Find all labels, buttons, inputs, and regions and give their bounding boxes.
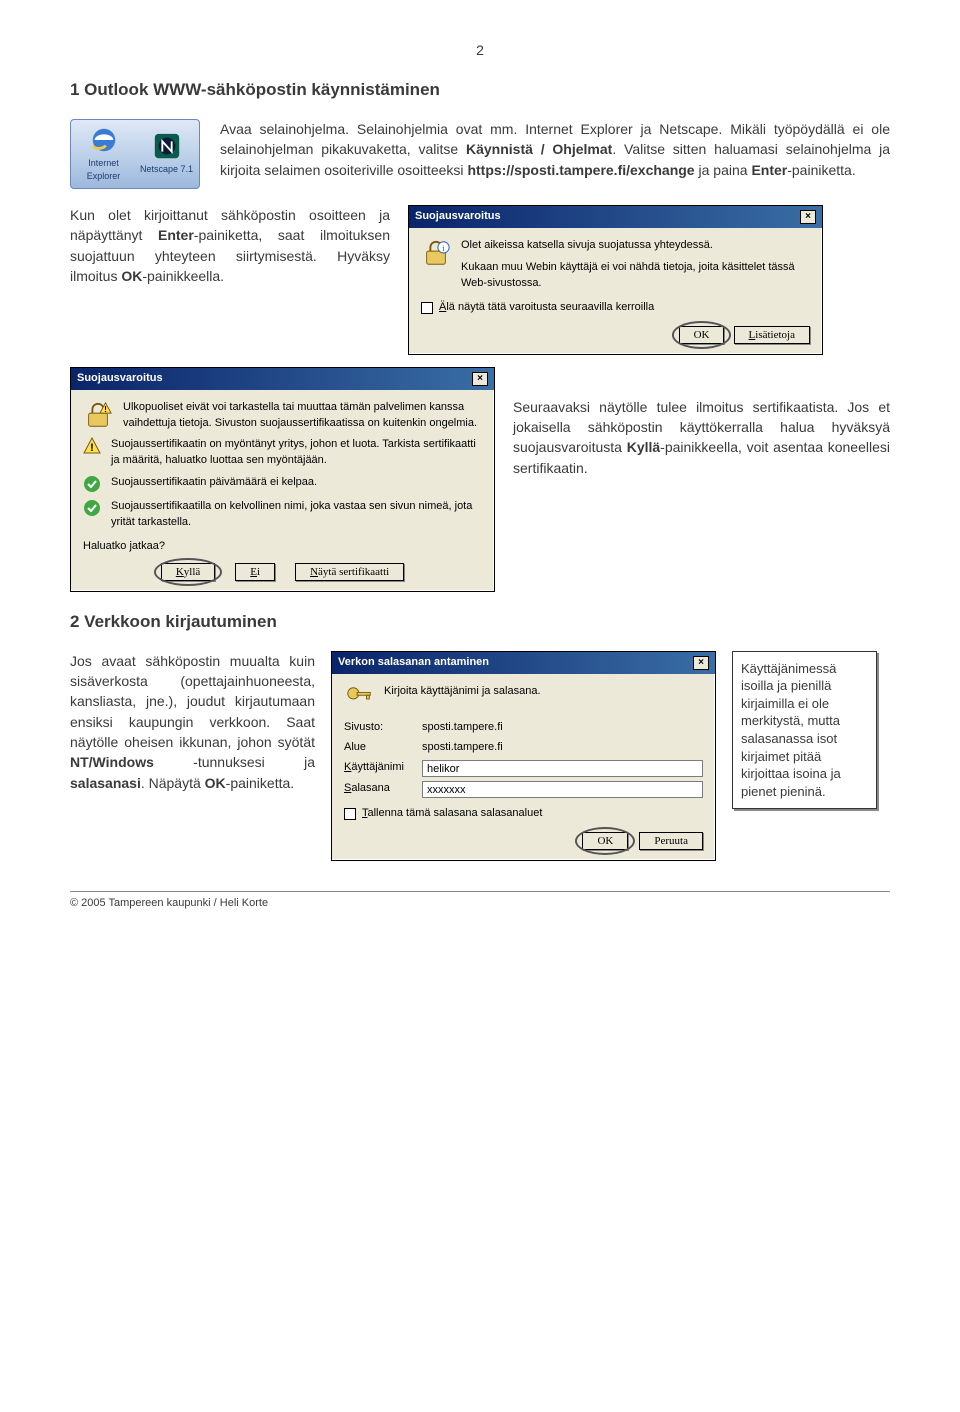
cert-item-name: Suojaussertifikaatilla on kelvollinen ni… <box>111 499 482 531</box>
site-value: sposti.tampere.fi <box>422 720 503 736</box>
section1-heading: 1 Outlook WWW-sähköpostin käynnistäminen <box>70 78 890 103</box>
ok-button[interactable]: OK <box>582 832 628 850</box>
close-icon[interactable]: × <box>800 210 816 224</box>
site-label: Sivusto: <box>344 720 414 736</box>
no-button[interactable]: Ei <box>235 563 275 581</box>
svg-text:!: ! <box>104 404 107 414</box>
ie-launcher[interactable]: Internet Explorer <box>75 124 132 184</box>
case-sensitivity-note: Käyttäjänimessä isoilla ja pienillä kirj… <box>732 651 877 809</box>
auth-prompt: Kirjoita käyttäjänimi ja salasana. <box>384 684 541 714</box>
warning-triangle-icon: ! <box>83 437 101 455</box>
certificate-paragraph: Seuraavaksi näytölle tulee ilmoitus sert… <box>513 367 890 478</box>
secure-line1: Olet aikeissa katsella sivuja suojatussa… <box>461 238 810 254</box>
cancel-button[interactable]: Peruuta <box>639 832 703 850</box>
section2-heading: 2 Verkkoon kirjautuminen <box>70 610 890 635</box>
certificate-warning-dialog: Suojausvaroitus × ! Ulkopuoliset eivät v… <box>70 367 495 593</box>
netscape-launcher[interactable]: Netscape 7.1 <box>138 124 195 184</box>
save-password-checkbox[interactable] <box>344 808 356 820</box>
yes-button[interactable]: Kyllä <box>161 563 215 581</box>
realm-label: Alue <box>344 740 414 756</box>
check-ok-icon <box>83 475 101 493</box>
network-paragraph: Jos avaat sähköpostin muualta kuin sisäv… <box>70 651 315 793</box>
copyright-footer: © 2005 Tampereen kaupunki / Heli Korte <box>70 891 890 912</box>
close-icon[interactable]: × <box>472 372 488 386</box>
page-number: 2 <box>70 40 890 60</box>
password-input[interactable]: xxxxxxx <box>422 781 703 798</box>
cert-item-issuer: Suojaussertifikaatin on myöntänyt yritys… <box>111 437 482 469</box>
username-label: Käyttäjänimi <box>344 760 414 776</box>
cert-item-date: Suojaussertifikaatin päivämäärä ei kelpa… <box>111 475 317 491</box>
cert-intro: Ulkopuoliset eivät voi tarkastella tai m… <box>123 400 482 432</box>
ie-icon <box>89 125 119 155</box>
realm-value: sposti.tampere.fi <box>422 740 503 756</box>
check-ok-icon <box>83 499 101 517</box>
username-input[interactable]: helikor <box>422 760 703 777</box>
save-password-label: allenna tämä salasana salasanaluet <box>368 807 543 819</box>
close-icon[interactable]: × <box>693 656 709 670</box>
password-label: Salasana <box>344 781 414 797</box>
network-password-dialog: Verkon salasanan antaminen × Kirjoita kä… <box>331 651 716 861</box>
lock-warning-icon: ! <box>83 400 113 430</box>
dialog-title: Suojausvaroitus <box>415 209 501 225</box>
netscape-icon <box>152 131 182 161</box>
section1-intro: Avaa selainohjelma. Selainohjelmia ovat … <box>220 119 890 189</box>
ok-button[interactable]: OK <box>679 326 725 344</box>
dialog-title: Verkon salasanan antaminen <box>338 655 489 671</box>
cert-prompt: Haluatko jatkaa? <box>83 539 482 555</box>
browser-icons: Internet Explorer Netscape 7.1 <box>70 119 200 189</box>
secure-line2: Kukaan muu Webin käyttäjä ei voi nähdä t… <box>461 260 810 292</box>
view-cert-button[interactable]: Näytä sertifikaatti <box>295 563 404 581</box>
keys-icon <box>344 684 374 714</box>
lock-info-icon: i <box>421 238 451 268</box>
svg-text:!: ! <box>90 442 94 454</box>
more-info-button[interactable]: Lisätietoja <box>734 326 810 344</box>
suppress-warning-label: lä näytä tätä varoitusta seuraavilla ker… <box>446 301 654 313</box>
suppress-warning-checkbox[interactable] <box>421 302 433 314</box>
enter-paragraph: Kun olet kirjoittanut sähköpostin osoitt… <box>70 205 390 355</box>
secure-connection-dialog: Suojausvaroitus × i Olet aikeissa katsel… <box>408 205 823 355</box>
dialog-title: Suojausvaroitus <box>77 371 163 387</box>
